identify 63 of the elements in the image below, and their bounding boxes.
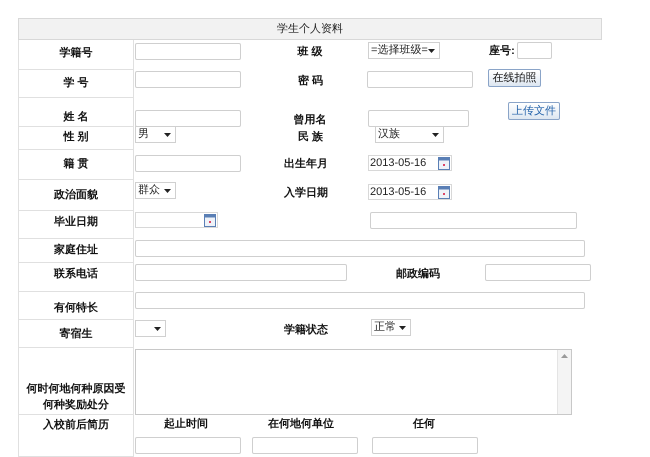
field-label: 曾用名 bbox=[292, 113, 328, 127]
date-field[interactable] bbox=[135, 212, 218, 228]
field-label: 起止时间 bbox=[163, 417, 209, 431]
field-label: 学籍号 bbox=[58, 46, 94, 61]
field-label: 寄宿生 bbox=[58, 326, 94, 342]
field-label: 在何地何单位 bbox=[267, 417, 335, 431]
input-field[interactable] bbox=[135, 292, 585, 309]
caret-icon bbox=[399, 326, 406, 330]
field-label: 任何 bbox=[412, 417, 436, 431]
input-field[interactable] bbox=[370, 212, 577, 229]
field-label: 班 级 bbox=[296, 45, 324, 59]
field-label: 家庭住址 bbox=[53, 242, 99, 258]
field-label: 密 码 bbox=[296, 74, 324, 88]
dropdown[interactable] bbox=[135, 320, 166, 337]
field-label: 姓 名 bbox=[62, 110, 90, 125]
field-label: 学籍状态 bbox=[283, 323, 329, 337]
input-field[interactable] bbox=[372, 437, 478, 454]
field-label: 入校前后简历 bbox=[42, 418, 110, 433]
input-field[interactable] bbox=[252, 437, 358, 454]
field-label: 毕业日期 bbox=[53, 214, 99, 230]
dropdown[interactable]: 群众 bbox=[135, 182, 176, 199]
caret-icon bbox=[164, 132, 171, 136]
form-title: 学生个人资料 bbox=[18, 18, 602, 40]
caret-icon bbox=[154, 326, 161, 330]
field-label: 学 号 bbox=[62, 76, 90, 91]
date-field[interactable]: 2013-05-16 bbox=[368, 184, 452, 200]
field-label: 出生年月 bbox=[283, 157, 329, 171]
scroll-up-icon[interactable] bbox=[561, 354, 568, 358]
field-label: 邮政编码 bbox=[395, 267, 441, 281]
dropdown[interactable]: 汉族 bbox=[375, 126, 444, 143]
dropdown[interactable]: 正常 bbox=[371, 319, 411, 336]
input-field[interactable] bbox=[135, 264, 347, 281]
field-label: 政治面貌 bbox=[52, 188, 99, 203]
caret-icon bbox=[428, 48, 435, 52]
field-label: 民 族 bbox=[296, 130, 324, 144]
field-label: 联系电话 bbox=[52, 266, 99, 282]
field-label: 有何特长 bbox=[52, 300, 99, 316]
field-label: 入学日期 bbox=[283, 186, 329, 200]
input-field[interactable] bbox=[368, 110, 469, 127]
input-field[interactable] bbox=[135, 155, 241, 172]
calendar-icon[interactable] bbox=[438, 186, 450, 198]
calendar-icon[interactable] bbox=[438, 156, 450, 170]
caret-icon bbox=[164, 188, 171, 192]
calendar-icon[interactable] bbox=[204, 214, 216, 226]
input-field[interactable] bbox=[135, 437, 241, 454]
input-field[interactable] bbox=[367, 71, 473, 88]
caret-icon bbox=[432, 132, 439, 136]
field-label: 何时何地何种原因受何种奖励处分 bbox=[25, 382, 126, 413]
input-field[interactable] bbox=[517, 42, 552, 59]
field-label: 籍 贯 bbox=[62, 156, 90, 172]
action-button[interactable]: 在线拍照 bbox=[488, 69, 541, 87]
field-label: 座号: bbox=[488, 44, 516, 58]
input-field[interactable] bbox=[485, 264, 591, 281]
dropdown[interactable]: 男 bbox=[135, 126, 176, 143]
text-area[interactable] bbox=[135, 349, 572, 415]
action-button[interactable]: 上传文件 bbox=[508, 102, 560, 120]
input-field[interactable] bbox=[135, 43, 241, 60]
field-label: 性 别 bbox=[62, 130, 90, 145]
input-field[interactable] bbox=[135, 71, 241, 88]
dropdown[interactable]: =选择班级= bbox=[368, 42, 440, 59]
date-field[interactable]: 2013-05-16 bbox=[368, 155, 452, 171]
input-field[interactable] bbox=[135, 110, 241, 127]
input-field[interactable] bbox=[135, 240, 585, 257]
